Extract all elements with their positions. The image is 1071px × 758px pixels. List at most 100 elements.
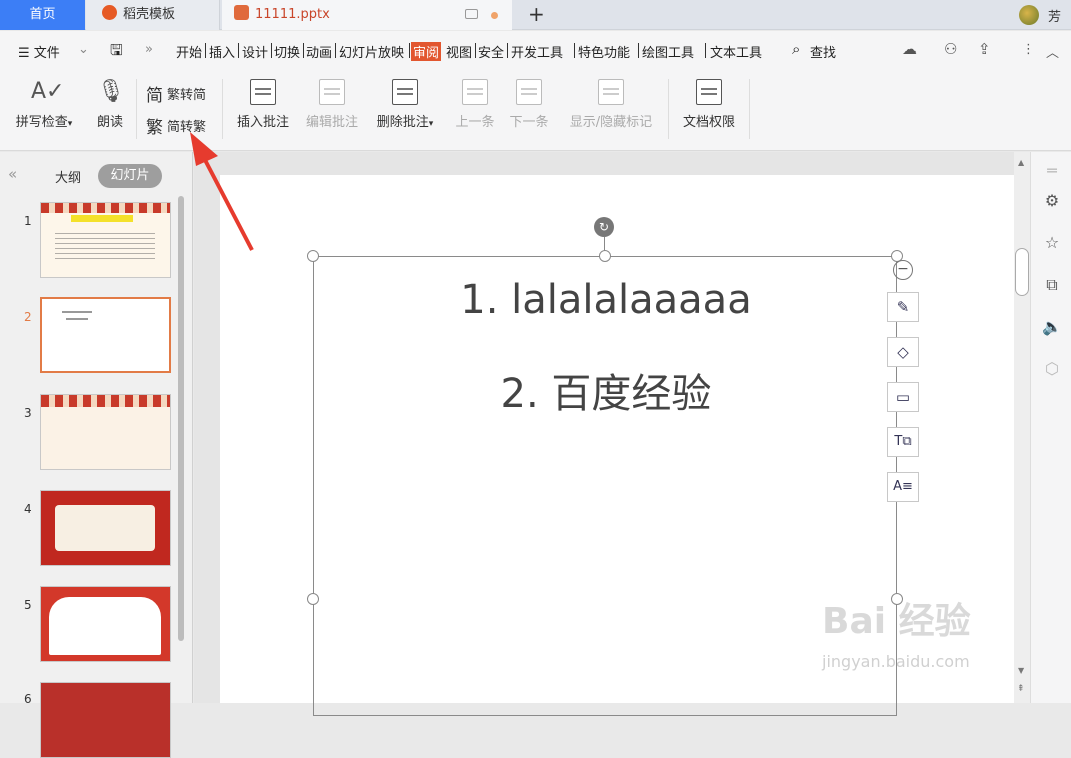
file-menu[interactable]: ☰ 文件 <box>18 42 60 61</box>
edit-comment-button[interactable]: 编辑批注 <box>303 79 361 130</box>
user-name[interactable]: 芳 <box>1048 6 1061 25</box>
menu-divider <box>271 43 272 58</box>
decorative-border <box>41 203 170 213</box>
more-icon[interactable]: ⋮ <box>1022 42 1035 57</box>
tab-docer[interactable]: 稻壳模板 <box>86 0 220 30</box>
list-item-1[interactable]: 1. lalalalaaaaa <box>314 277 898 323</box>
menu-divider <box>303 43 304 58</box>
slide-thumbnail-6[interactable] <box>40 682 171 758</box>
editor-scrollbar[interactable]: ▲ ▼ ⇞ <box>1014 152 1030 703</box>
resize-handle[interactable] <box>599 250 611 262</box>
text-format-icon[interactable]: A≡ <box>887 472 919 502</box>
panel-scrollbar[interactable] <box>178 196 184 641</box>
thumb-text-line <box>66 318 88 320</box>
menu-view[interactable]: 视图 <box>446 42 472 61</box>
tab-slides[interactable]: 幻灯片 <box>98 164 162 188</box>
collapse-ribbon-icon[interactable]: ︿ <box>1046 42 1059 61</box>
edit-comment-label: 编辑批注 <box>305 115 358 130</box>
pen-style-icon[interactable]: ✎ <box>887 292 919 322</box>
more-chevrons-icon[interactable]: » <box>145 42 153 57</box>
text-box-icon[interactable]: T⧉ <box>887 427 919 457</box>
star-icon[interactable]: ☆ <box>1041 232 1063 254</box>
menu-divider <box>475 43 476 58</box>
show-hide-markup-button[interactable]: 显示/隐藏标记 <box>564 79 658 130</box>
watermark-url: jingyan.baidu.com <box>822 652 970 671</box>
menu-design[interactable]: 设计 <box>242 42 268 61</box>
outline-icon[interactable]: ▭ <box>887 382 919 412</box>
previous-comment-button[interactable]: 上一条 <box>452 79 498 130</box>
delete-comment-label: 删除批注 <box>376 115 429 130</box>
menu-slideshow[interactable]: 幻灯片放映 <box>339 42 404 61</box>
speaker-icon[interactable]: 🔈 <box>1041 316 1063 338</box>
tab-file-label: 11111.pptx <box>255 7 330 22</box>
cloud-icon[interactable]: ☁ <box>902 40 917 58</box>
slide-number: 4 <box>24 502 32 516</box>
resize-handle[interactable] <box>307 593 319 605</box>
menu-bar: ☰ 文件 ⌄ 🖫 » 开始 插入 设计 切换 动画 幻灯片放映 审阅 视图 安全… <box>0 31 1071 69</box>
doc-permission-label: 文档权限 <box>682 115 735 130</box>
spell-check-button[interactable]: A✓ 拼写检查▾ <box>14 79 74 130</box>
collapse-toolbar-icon[interactable]: − <box>893 260 913 280</box>
text-box[interactable]: ↻ 1. lalalalaaaaa 2. 百度经验 <box>307 217 903 716</box>
read-aloud-button[interactable]: 🎙 朗读 <box>92 79 128 130</box>
collapse-panel-icon[interactable]: « <box>8 165 17 183</box>
menu-divider <box>238 43 239 58</box>
resize-handle[interactable] <box>307 250 319 262</box>
microphone-icon: 🎙 <box>97 79 125 104</box>
slide-thumbnail-1[interactable] <box>40 202 171 278</box>
title-bar: 首页 稻壳模板 11111.pptx + 芳 <box>0 0 1071 30</box>
thumb-content-area <box>55 505 155 551</box>
trad-to-simp-button[interactable]: 简繁转简 <box>146 81 206 106</box>
menu-transition[interactable]: 切换 <box>274 42 300 61</box>
cube-icon[interactable]: ⬡ <box>1041 358 1063 380</box>
page-scroll-icon[interactable]: ⇞ <box>1017 684 1025 694</box>
slide-thumbnail-5[interactable] <box>40 586 171 662</box>
doc-permission-button[interactable]: 文档权限 <box>678 79 740 130</box>
tab-docer-label: 稻壳模板 <box>123 7 176 22</box>
search-label[interactable]: 查找 <box>810 42 836 61</box>
shapes-icon[interactable]: ⧉ <box>1041 274 1063 296</box>
insert-comment-button[interactable]: 插入批注 <box>234 79 292 130</box>
menu-insert[interactable]: 插入 <box>209 42 235 61</box>
share-user-icon[interactable]: ⚇ <box>944 40 957 58</box>
arrow-shaft <box>202 157 254 251</box>
next-label: 下一条 <box>509 115 549 130</box>
slide-thumbnail-2[interactable] <box>40 297 171 373</box>
settings-sliders-icon[interactable]: ⚙ <box>1041 190 1063 212</box>
scrollbar-thumb[interactable] <box>1015 248 1029 296</box>
slide-number: 1 <box>24 214 32 228</box>
menu-features[interactable]: 特色功能 <box>578 42 630 61</box>
avatar[interactable] <box>1019 5 1039 25</box>
delete-comment-button[interactable]: 删除批注▾ <box>371 79 439 130</box>
menu-divider <box>409 43 410 58</box>
new-tab-button[interactable]: + <box>528 2 545 26</box>
delete-comment-icon <box>392 79 418 105</box>
markup-icon <box>598 79 624 105</box>
show-hide-markup-label: 显示/隐藏标记 <box>569 115 653 130</box>
list-item-2[interactable]: 2. 百度经验 <box>314 361 898 419</box>
menu-animation[interactable]: 动画 <box>306 42 332 61</box>
menu-text-tools[interactable]: 文本工具 <box>710 42 762 61</box>
menu-security[interactable]: 安全 <box>478 42 504 61</box>
export-icon[interactable]: ⇪ <box>978 40 991 58</box>
scroll-up-icon[interactable]: ▲ <box>1018 158 1024 167</box>
menu-start[interactable]: 开始 <box>176 42 202 61</box>
slide-thumbnail-3[interactable] <box>40 394 171 470</box>
chevron-down-icon[interactable]: ⌄ <box>78 42 89 57</box>
menu-dev-tools[interactable]: 开发工具 <box>511 42 563 61</box>
menu-drawing-tools[interactable]: 绘图工具 <box>642 42 694 61</box>
slide-number: 6 <box>24 692 32 706</box>
fill-icon[interactable]: ◇ <box>887 337 919 367</box>
save-icon[interactable]: 🖫 <box>110 40 123 65</box>
slide-thumbnail-4[interactable] <box>40 490 171 566</box>
menu-review[interactable]: 审阅 <box>411 42 442 61</box>
next-comment-button[interactable]: 下一条 <box>506 79 552 130</box>
thumb-content-area <box>49 597 161 655</box>
scroll-down-icon[interactable]: ▼ <box>1018 666 1024 675</box>
menu-divider <box>638 43 639 58</box>
screen-icon[interactable] <box>465 9 478 19</box>
rotate-handle-icon[interactable]: ↻ <box>594 217 614 237</box>
tab-outline[interactable]: 大纲 <box>55 167 81 186</box>
tab-home[interactable]: 首页 <box>0 0 85 30</box>
search-icon[interactable]: ⌕ <box>792 40 800 58</box>
